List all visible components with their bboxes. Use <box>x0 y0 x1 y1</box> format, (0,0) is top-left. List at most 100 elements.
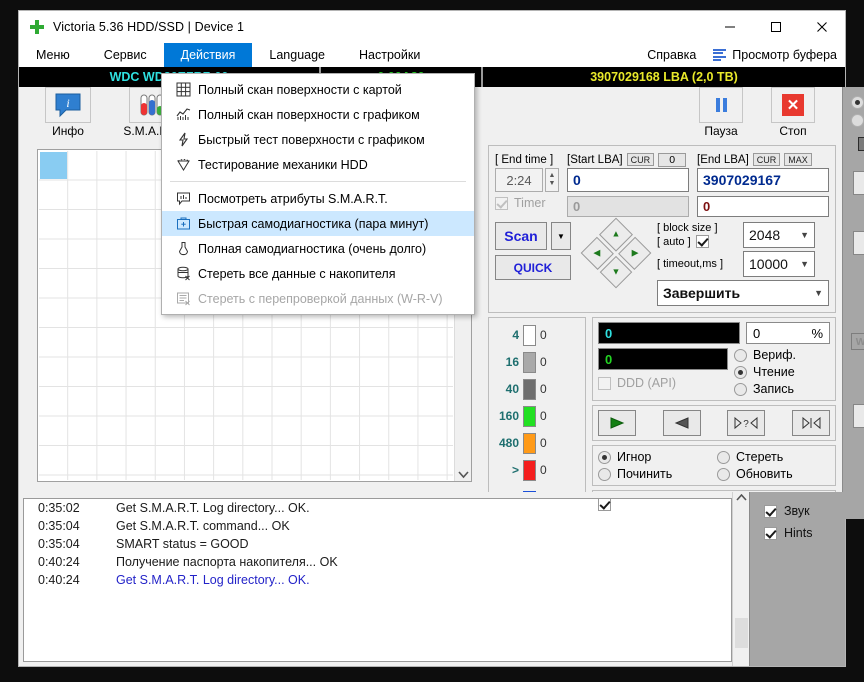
dropdown-item-full-selftest[interactable]: Полная самодиагностика (очень долго) <box>162 236 474 261</box>
dropdown-item-quick-selftest[interactable]: Быстрая самодиагностика (пара минут) <box>162 211 474 236</box>
chevron-down-icon[interactable] <box>455 471 471 479</box>
pio-radio[interactable]: PIO <box>850 113 864 127</box>
log-time: 0:35:04 <box>38 537 80 551</box>
auto-check-icon[interactable] <box>695 235 709 248</box>
log-row: 0:40:24 Get S.M.A.R.T. Log directory... … <box>24 571 731 589</box>
auto-label: [ auto ] <box>657 235 691 248</box>
timer-checkbox[interactable]: Timer <box>495 196 559 210</box>
log-scrollbar[interactable] <box>732 492 749 666</box>
chevron-down-icon: ▼ <box>800 259 809 269</box>
end-cur-button[interactable]: CUR <box>752 153 781 166</box>
end-max-button[interactable]: MAX <box>784 153 812 166</box>
hints-checkbox[interactable]: Hints <box>764 526 845 540</box>
dropdown-item-hdd-mechanics[interactable]: Тестирование механики HDD <box>162 152 474 177</box>
menu-item-language[interactable]: Language <box>252 43 342 67</box>
end-lba-input[interactable]: 3907029167 <box>697 168 829 192</box>
grade-count: 0 <box>540 382 547 396</box>
dropdown-item-label: Посмотреть атрибуты S.M.A.R.T. <box>198 191 388 206</box>
pause-button[interactable]: Пауза <box>692 87 750 138</box>
block-size-select[interactable]: 2048 ▼ <box>743 222 815 248</box>
start-lba-secondary[interactable]: 0 <box>567 196 689 217</box>
grade-swatch <box>523 378 536 400</box>
api-radio[interactable]: API <box>850 95 864 109</box>
start-cur-button[interactable]: CUR <box>626 153 655 166</box>
finish-action-select[interactable]: Завершить ▼ <box>657 280 829 306</box>
wr-rd-group: WR RD <box>850 333 864 350</box>
maximize-icon[interactable] <box>753 11 799 43</box>
title-bar: Victoria 5.36 HDD/SSD | Device 1 <box>19 11 845 43</box>
hints-label: Hints <box>784 526 813 540</box>
mode-write-radio[interactable]: Запись <box>734 382 830 396</box>
menu-item-buffer-view[interactable]: Просмотр буфера <box>713 48 837 62</box>
dropdown-item-erase-all[interactable]: Стереть все данные с накопителя <box>162 261 474 286</box>
stop-button[interactable]: ✕ Стоп <box>764 87 822 138</box>
mode-radio-group: Вериф. Чтение Запись <box>734 348 830 396</box>
action-erase-label: Стереть <box>736 450 784 464</box>
end-lba-secondary[interactable]: 0 <box>697 196 829 217</box>
quick-button[interactable]: QUICK <box>495 255 571 280</box>
timeout-select[interactable]: 10000 ▼ <box>743 251 815 277</box>
info-bubble-icon: i <box>45 87 91 123</box>
log-scroll-thumb[interactable] <box>735 618 748 648</box>
recall-button[interactable]: Recall <box>852 231 864 255</box>
minimize-icon[interactable] <box>707 11 753 43</box>
dropdown-item-quick-test-graph[interactable]: Быстрый тест поверхности с графиком <box>162 127 474 152</box>
right-column: Пауза ✕ Стоп [End time] 2:24 ▲ ▼ Timer… <box>484 87 864 519</box>
menu-item-service[interactable]: Сервис <box>87 43 164 67</box>
action-erase-radio[interactable]: Стереть <box>717 450 830 464</box>
grade-row: 40 0 <box>493 378 581 400</box>
action-repair-radio[interactable]: Починить <box>598 467 711 481</box>
sound-checkbox[interactable]: Звук <box>764 504 845 518</box>
mode-read-radio[interactable]: Чтение <box>734 365 830 379</box>
action-refresh-radio[interactable]: Обновить <box>717 467 830 481</box>
radio-icon <box>734 348 747 362</box>
play-backward-icon[interactable] <box>662 410 701 436</box>
mode-verify-radio[interactable]: Вериф. <box>734 348 830 362</box>
stepper-arrows-icon[interactable]: ▲ ▼ <box>545 168 559 192</box>
drive-capacity: 3907029168 LBA (2,0 TB) <box>590 70 738 84</box>
action-ignore-radio[interactable]: Игнор <box>598 450 711 464</box>
jump-end-icon[interactable] <box>791 410 830 436</box>
log-row: 0:35:04 Get S.M.A.R.T. command... OK <box>24 517 731 535</box>
hints-check-icon <box>764 526 777 540</box>
menu-item-menu[interactable]: Меню <box>19 43 87 67</box>
dropdown-item-full-scan-map[interactable]: Полный скан поверхности с картой <box>162 77 474 102</box>
passport-button[interactable]: Passp <box>852 404 864 428</box>
menu-item-help[interactable]: Справка <box>647 48 696 62</box>
action-refresh-label: Обновить <box>736 467 793 481</box>
ddd-checkbox[interactable]: DDD (API) <box>598 376 728 390</box>
menu-item-settings[interactable]: Настройки <box>342 43 437 67</box>
timeout-label: [ timeout,ms ] <box>657 258 724 270</box>
grade-threshold: > <box>511 463 519 477</box>
scan-dropdown-icon[interactable]: ▼ <box>551 222 571 250</box>
direction-pad: ▲ ▶ ◀ ▼ <box>580 217 652 289</box>
play-forward-icon[interactable] <box>598 410 636 436</box>
jump-query-icon[interactable]: ? <box>727 410 766 436</box>
wr-button[interactable]: WR <box>850 333 864 350</box>
activity-led <box>857 137 864 151</box>
sleep-button[interactable]: SSleepleep <box>852 171 864 195</box>
start-lba-input[interactable]: 0 <box>567 168 689 192</box>
actions-dropdown-menu: Полный скан поверхности с картой Полный … <box>161 73 475 315</box>
erase-disk-icon <box>168 266 198 281</box>
end-time-stepper[interactable]: 2:24 ▲ ▼ <box>495 168 559 192</box>
grid-check-icon[interactable] <box>598 498 611 511</box>
menu-item-actions[interactable]: Действия <box>163 43 253 67</box>
log-message: Get S.M.A.R.T. Log directory... OK. <box>116 573 310 587</box>
log-list[interactable]: 0:35:02 Get S.M.A.R.T. Log directory... … <box>23 498 732 662</box>
chevron-up-icon[interactable] <box>733 493 749 504</box>
scan-button[interactable]: Scan <box>495 222 547 250</box>
radio-icon <box>717 450 730 464</box>
close-icon[interactable] <box>799 11 845 43</box>
pause-label: Пауза <box>704 124 738 138</box>
dropdown-item-view-smart[interactable]: Посмотреть атрибуты S.M.A.R.T. <box>162 186 474 211</box>
log-message: Get S.M.A.R.T. Log directory... OK. <box>116 501 310 515</box>
info-button[interactable]: i Инфо <box>37 87 99 138</box>
radio-icon <box>717 467 730 481</box>
medkit-icon <box>168 216 198 231</box>
timer-check-icon <box>495 196 508 210</box>
grade-legend-panel: 4 0 16 0 40 0 160 0 480 0 > 0 <box>488 317 586 519</box>
dropdown-item-label: Полная самодиагностика (очень долго) <box>198 241 427 256</box>
dropdown-item-full-scan-graph[interactable]: Полный скан поверхности с графиком <box>162 102 474 127</box>
dropdown-item-label: Быстрая самодиагностика (пара минут) <box>198 216 429 231</box>
